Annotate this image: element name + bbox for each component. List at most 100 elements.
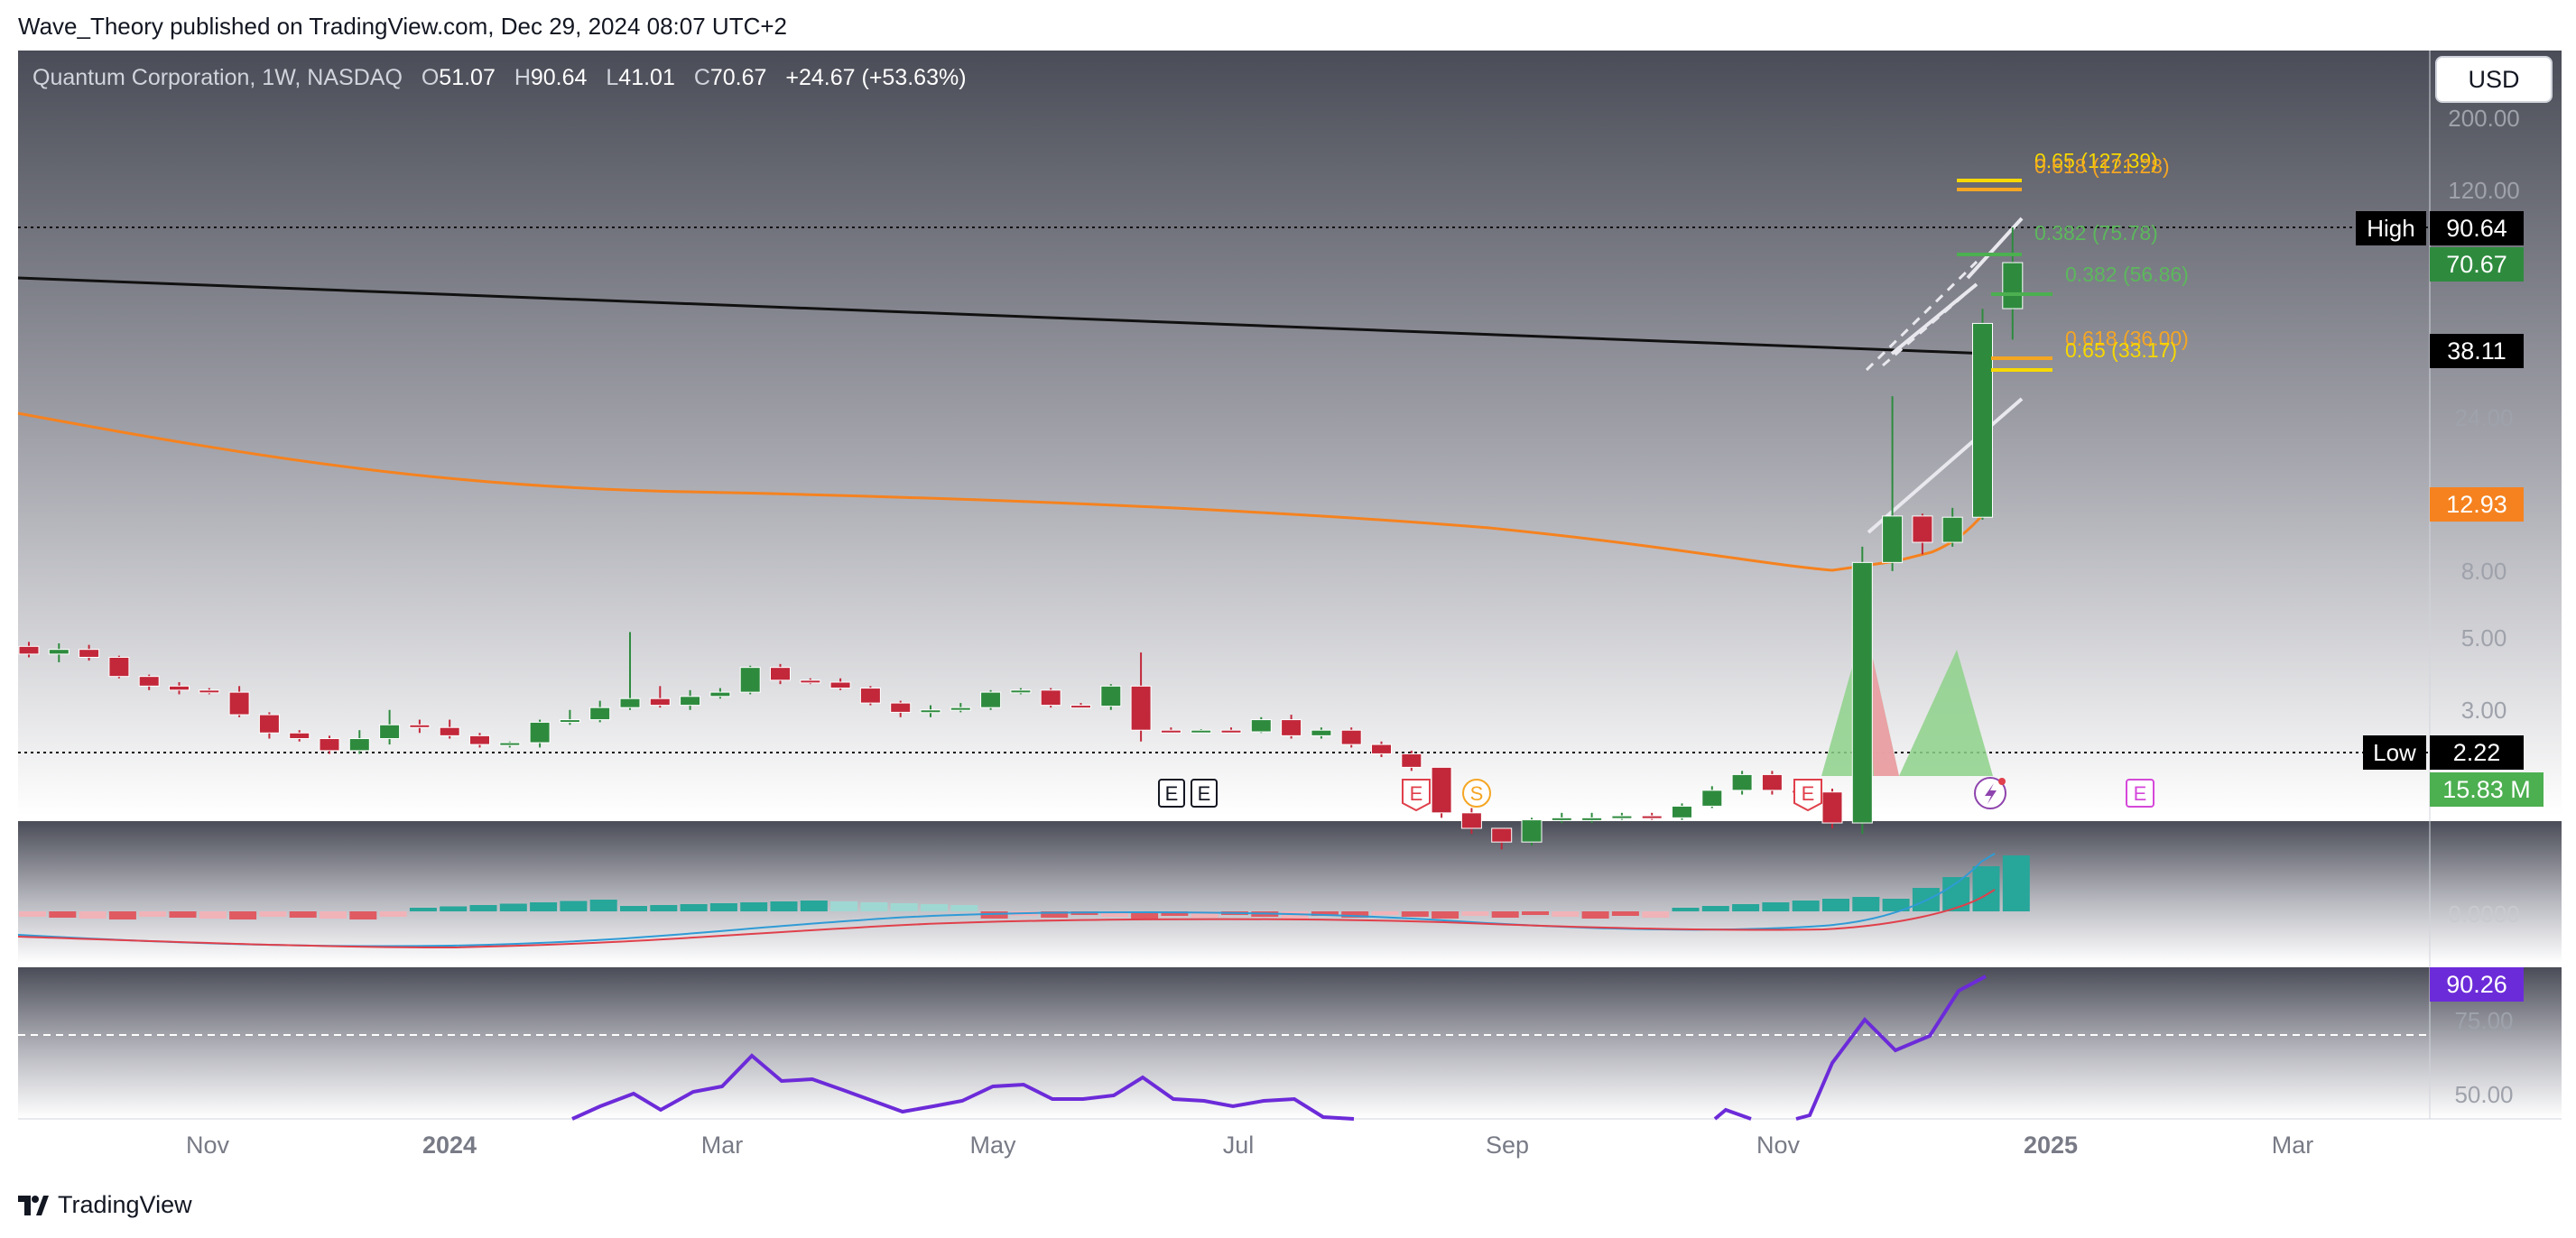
candle-up	[1191, 729, 1212, 734]
candle-down	[258, 714, 280, 734]
legend-symbol: Quantum Corporation, 1W, NASDAQ	[32, 65, 403, 90]
legend-l-label: L	[606, 65, 618, 90]
candle-up	[950, 707, 971, 711]
price-tick: 200.00	[2448, 105, 2520, 132]
legend-h-value: 90.64	[531, 65, 588, 90]
ema-value: 12.93	[2446, 491, 2507, 518]
tradingview-logo[interactable]: TradingView	[18, 1191, 192, 1219]
candle-down	[1040, 689, 1061, 707]
earnings-marker[interactable]: E	[1402, 779, 1431, 812]
macd-histogram-bar	[49, 911, 77, 918]
legend-text: Quantum Corporation, 1W, NASDAQ O51.07 H…	[32, 65, 967, 90]
tradingview-logo-icon	[18, 1195, 49, 1215]
last-price-value: 70.67	[2446, 251, 2507, 278]
macd-histogram-bar	[169, 911, 197, 918]
candle-down	[108, 656, 130, 678]
flash-event-icon[interactable]	[1974, 777, 2006, 809]
chart-canvas[interactable]: 0.65 (127.39) 0.618 (121.28) 0.382 (75.7…	[0, 0, 2576, 1238]
time-tick: 2024	[422, 1132, 477, 1159]
candle-down	[859, 688, 881, 704]
rsi-value: 90.26	[2446, 971, 2507, 998]
macd-histogram-bar	[1432, 911, 1459, 919]
macd-histogram-bar	[770, 901, 798, 911]
candle-down	[169, 685, 190, 691]
time-tick: Mar	[701, 1132, 744, 1159]
macd-histogram-bar	[530, 902, 558, 911]
candle-down	[770, 667, 791, 681]
macd-pane-background	[18, 821, 2562, 964]
macd-histogram-bar	[650, 905, 678, 911]
earnings-marker-label: E	[1198, 782, 1211, 805]
candle-up	[559, 719, 580, 724]
earnings-marker[interactable]: E	[1158, 779, 1185, 808]
candle-down	[1130, 685, 1152, 731]
candle-down	[319, 738, 340, 752]
candle-up	[1972, 322, 1993, 518]
legend-h-label: H	[514, 65, 531, 90]
macd-histogram-bar	[560, 901, 588, 911]
macd-histogram-bar	[1522, 911, 1549, 915]
candle-down	[138, 676, 160, 687]
fib-label-4: 0.382 (56.86)	[2065, 263, 2189, 286]
macd-histogram-bar	[680, 904, 708, 911]
macd-histogram-bar	[440, 906, 468, 911]
price-tick: 8.00	[2461, 558, 2507, 585]
time-tick: Nov	[1756, 1132, 1801, 1159]
macd-histogram-bar	[1552, 911, 1580, 917]
candle-down	[289, 732, 310, 740]
fib-label-2: 0.618 (121.28)	[2034, 154, 2170, 178]
macd-histogram-bar	[1401, 911, 1429, 917]
candle-up	[920, 709, 941, 714]
candle-up	[48, 649, 69, 655]
macd-histogram-bar	[409, 908, 437, 911]
currency-button[interactable]: USD	[2435, 56, 2553, 103]
macd-zero-tick: 0.0000	[2448, 901, 2520, 928]
split-marker-label: S	[1470, 782, 1484, 805]
price-tick: 120.00	[2448, 177, 2520, 204]
macd-histogram-bar	[709, 903, 737, 911]
macd-histogram-bar	[950, 905, 978, 911]
legend-c-label: C	[694, 65, 710, 90]
candle-down	[1460, 812, 1482, 829]
split-marker[interactable]: S	[1462, 779, 1491, 808]
macd-histogram-bar	[1611, 911, 1639, 916]
high-label: High	[2367, 215, 2414, 242]
candle-up	[680, 696, 701, 707]
candle-down	[1281, 719, 1302, 736]
earnings-marker[interactable]: E	[1191, 779, 1218, 808]
legend-c-value: 70.67	[710, 65, 767, 90]
candle-down	[18, 645, 40, 655]
earnings-marker-label: E	[1802, 782, 1815, 805]
macd-histogram-bar	[289, 911, 317, 918]
price-tick: 5.00	[2461, 624, 2507, 651]
candle-down	[439, 726, 460, 736]
price-tick: 3.00	[2461, 697, 2507, 724]
candle-up	[1010, 689, 1032, 694]
time-tick: 2025	[2024, 1132, 2078, 1159]
macd-histogram-bar	[1822, 899, 1849, 911]
earnings-marker-upcoming[interactable]: E	[2126, 779, 2154, 808]
time-axis[interactable]: Nov 2024 Mar May Jul Sep Nov 2025 Mar	[186, 1132, 2313, 1159]
tradingview-snapshot: { "header": {"published_text": "Wave_The…	[0, 0, 2576, 1238]
time-tick: Mar	[2272, 1132, 2314, 1159]
macd-histogram-bar	[1371, 911, 1399, 915]
macd-histogram-bar	[139, 911, 167, 917]
candle-down	[1160, 729, 1181, 734]
earnings-marker-label: E	[1165, 782, 1179, 805]
macd-histogram-bar	[830, 901, 858, 911]
candle-down	[1371, 744, 1392, 754]
fib-label-6: 0.65 (33.17)	[2065, 338, 2177, 362]
macd-histogram-bar	[259, 911, 287, 917]
rsi-tick: 75.00	[2454, 1007, 2513, 1034]
earnings-marker[interactable]: E	[1793, 779, 1822, 812]
macd-histogram-bar	[1852, 897, 1880, 911]
candle-up	[1100, 685, 1122, 707]
macd-histogram-bar	[890, 903, 918, 911]
fib-label-3: 0.382 (75.78)	[2034, 221, 2158, 245]
time-tick: May	[969, 1132, 1016, 1159]
macd-histogram-bar	[499, 903, 527, 911]
candle-up	[1941, 516, 1963, 543]
low-value: 2.22	[2453, 739, 2501, 766]
candle-up	[709, 691, 731, 698]
symbol-legend[interactable]: Quantum Corporation, 1W, NASDAQ O51.07 H…	[32, 65, 967, 90]
